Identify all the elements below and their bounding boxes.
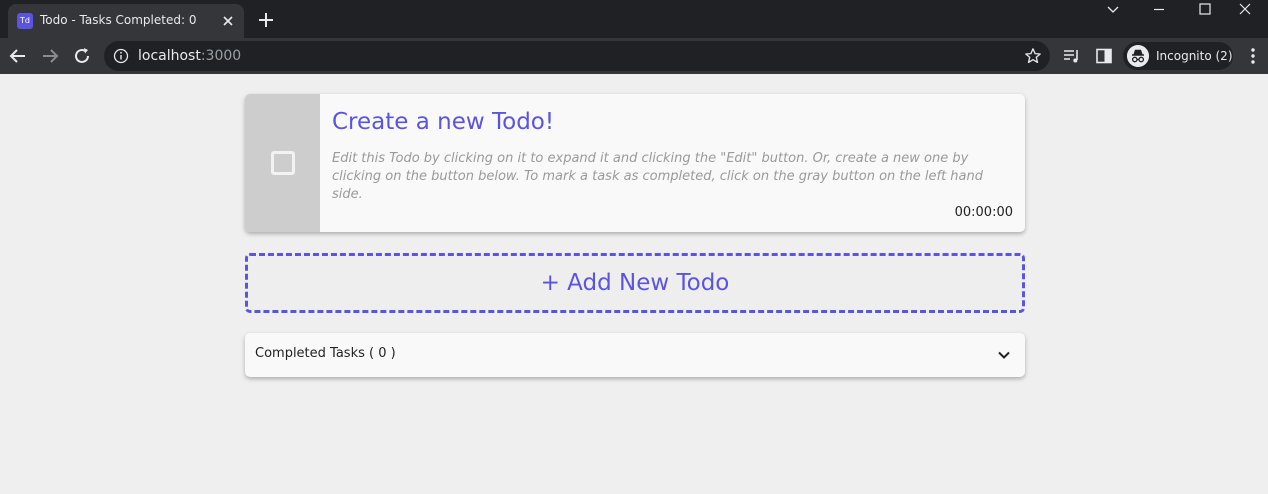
todo-timer: 00:00:00 <box>954 205 1013 220</box>
new-tab-button[interactable] <box>254 9 278 31</box>
minimize-icon[interactable] <box>1136 0 1182 20</box>
page-content: Create a new Todo! Edit this Todo by cli… <box>0 74 1268 494</box>
tab-title: Todo - Tasks Completed: 0 <box>40 13 197 27</box>
reload-icon[interactable] <box>70 44 94 68</box>
bookmark-star-icon[interactable] <box>1024 47 1042 65</box>
window-close-icon[interactable] <box>1222 0 1268 20</box>
completed-tasks-accordion[interactable]: Completed Tasks ( 0 ) <box>245 333 1025 377</box>
incognito-profile-button[interactable]: Incognito (2) <box>1123 42 1233 70</box>
more-menu-icon[interactable] <box>1244 46 1262 66</box>
media-playlist-icon[interactable] <box>1062 46 1082 66</box>
todo-title: Create a new Todo! <box>332 109 555 135</box>
tab-strip: Td Todo - Tasks Completed: 0 <box>0 0 1268 38</box>
chevron-down-icon[interactable] <box>997 348 1011 362</box>
close-icon[interactable] <box>218 11 238 31</box>
side-panel-icon[interactable] <box>1094 46 1114 66</box>
complete-toggle-button[interactable] <box>245 94 320 232</box>
incognito-icon <box>1127 45 1149 67</box>
tab-favicon: Td <box>17 13 33 29</box>
todo-card[interactable]: Create a new Todo! Edit this Todo by cli… <box>245 94 1025 232</box>
completed-tasks-label: Completed Tasks ( 0 ) <box>255 346 396 361</box>
tab-search-icon[interactable] <box>1090 0 1136 20</box>
back-arrow-icon[interactable] <box>6 44 30 68</box>
browser-tab[interactable]: Td Todo - Tasks Completed: 0 <box>8 4 244 38</box>
checkbox-icon <box>271 151 295 175</box>
url-host: localhost <box>138 48 201 64</box>
incognito-label: Incognito (2) <box>1156 49 1233 63</box>
forward-arrow-icon[interactable] <box>38 44 62 68</box>
site-info-icon[interactable] <box>113 48 129 64</box>
address-bar[interactable]: localhost:3000 <box>104 41 1050 71</box>
url-port: :3000 <box>200 48 242 64</box>
todo-description: Edit this Todo by clicking on it to expa… <box>332 151 984 202</box>
url-text: localhost:3000 <box>138 48 241 64</box>
add-new-todo-label: + Add New Todo <box>540 270 730 296</box>
add-new-todo-button[interactable]: + Add New Todo <box>245 253 1025 313</box>
browser-toolbar: localhost:3000 Incognito (2) <box>0 38 1268 74</box>
